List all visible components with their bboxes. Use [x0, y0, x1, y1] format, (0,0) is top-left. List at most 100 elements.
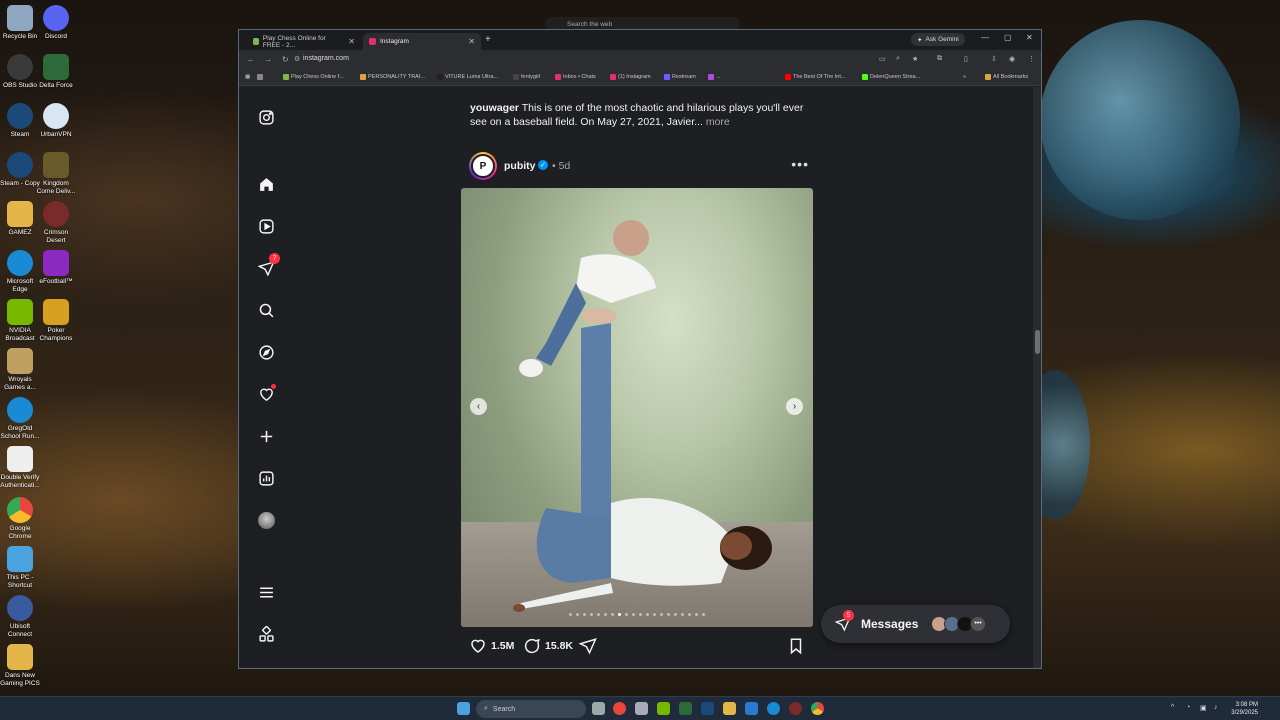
- bookmarks-overflow-icon[interactable]: »: [963, 74, 966, 80]
- post-author-username[interactable]: pubity: [504, 160, 536, 172]
- taskbar-clock[interactable]: 3:08 PM 3/29/2025: [1231, 701, 1258, 717]
- zoom-icon[interactable]: ⌕: [896, 55, 900, 63]
- back-arrow-icon[interactable]: ←: [247, 55, 255, 64]
- ask-gemini-button[interactable]: ✦ Ask Gemini: [911, 33, 965, 46]
- start-windows-icon[interactable]: [457, 702, 470, 715]
- desktop-icon-obs[interactable]: OBS Studio: [0, 54, 40, 90]
- share-button[interactable]: [579, 637, 597, 655]
- caption-more-link[interactable]: more: [706, 116, 730, 128]
- post-author-avatar[interactable]: P: [469, 152, 497, 180]
- bookmark-item[interactable]: VITURE Luma Ultra...: [437, 74, 498, 80]
- instagram-logo-icon[interactable]: [255, 106, 277, 128]
- desktop-icon-nvidia-broadcast[interactable]: NVIDIA Broadcast: [0, 299, 40, 343]
- volume-icon[interactable]: ♪: [1214, 704, 1218, 711]
- apps-grid-icon[interactable]: ▦: [245, 74, 250, 80]
- desktop-icon-this-pc[interactable]: This PC - Shortcut: [0, 546, 40, 590]
- desktop-icon-poker-champions[interactable]: Poker Champions: [36, 299, 76, 343]
- search-icon[interactable]: [255, 299, 277, 321]
- taskbar-search[interactable]: ⌕ Search: [476, 700, 586, 718]
- carousel-next-button[interactable]: ›: [786, 398, 803, 415]
- bookmark-item[interactable]: DelenQueen Strea...: [862, 74, 920, 80]
- minimize-button[interactable]: —: [981, 33, 989, 42]
- scrollbar-thumb[interactable]: [1035, 330, 1040, 354]
- comment-button[interactable]: 15.8K: [523, 637, 573, 655]
- crimson-desert-taskbar-icon[interactable]: [789, 702, 802, 715]
- explore-compass-icon[interactable]: [255, 341, 277, 363]
- tray-app-icon[interactable]: ▣: [1200, 704, 1207, 712]
- url-field[interactable]: instagram.com: [303, 55, 349, 62]
- all-bookmarks-button[interactable]: All Bookmarks: [985, 74, 1028, 80]
- desktop-icon-gamez[interactable]: GAMEZ: [0, 201, 40, 237]
- menu-kebab-icon[interactable]: ⋮: [1028, 55, 1035, 63]
- desktop-icon-wroyals[interactable]: Wroyals Games a...: [0, 348, 40, 392]
- direct-share-icon[interactable]: 7: [255, 253, 280, 279]
- desktop-icon-delta-force[interactable]: Delta Force: [36, 54, 76, 90]
- extensions-icon[interactable]: ⧉: [937, 55, 942, 63]
- desktop-icon-urbanvpn[interactable]: UrbanVPN: [36, 103, 76, 139]
- tab-instagram[interactable]: Instagram ✕: [363, 33, 481, 50]
- desktop-icon-gregold[interactable]: GregOld School Run...: [0, 397, 40, 441]
- mail-icon[interactable]: [745, 702, 758, 715]
- cast-icon[interactable]: ▭: [879, 55, 886, 63]
- bookmark-item[interactable]: fentygirl: [513, 74, 540, 80]
- reels-icon[interactable]: [255, 215, 277, 237]
- tray-chevron-icon[interactable]: ^: [1171, 704, 1174, 711]
- forward-arrow-icon[interactable]: →: [264, 55, 272, 64]
- file-explorer-icon[interactable]: [723, 702, 736, 715]
- nvidia-taskbar-icon[interactable]: [657, 702, 670, 715]
- dashboard-icon[interactable]: [255, 467, 277, 489]
- tab-chess[interactable]: Play Chess Online for FREE - 2... ✕: [247, 33, 361, 50]
- bookmark-item[interactable]: Play Chess Online f...: [283, 74, 344, 80]
- desktop-icon-ubisoft[interactable]: Ubisoft Connect: [0, 595, 40, 639]
- close-window-button[interactable]: ✕: [1026, 33, 1033, 42]
- new-tab-button[interactable]: +: [485, 34, 491, 45]
- more-menu-icon[interactable]: [255, 581, 277, 603]
- bookmark-item[interactable]: (1) Instagram: [610, 74, 651, 80]
- create-plus-icon[interactable]: [255, 425, 277, 447]
- desktop-icon-double-verify[interactable]: Double Verify Authenticati...: [0, 446, 40, 490]
- also-from-meta-icon[interactable]: [255, 623, 277, 645]
- bookmark-item[interactable]: ...: [708, 74, 721, 80]
- desktop-icon-steam-copy[interactable]: Steam - Copy: [0, 152, 40, 188]
- caption-username[interactable]: youwager: [470, 102, 519, 114]
- close-tab-icon[interactable]: ✕: [348, 37, 355, 46]
- chrome-active-taskbar-icon[interactable]: [811, 702, 824, 715]
- close-tab-icon[interactable]: ✕: [468, 37, 475, 46]
- post-options-icon[interactable]: •••: [791, 156, 809, 172]
- sidepanel-icon[interactable]: ▯: [964, 55, 968, 63]
- desktop-icon-crimson-desert[interactable]: Crimson Desert: [36, 201, 76, 245]
- like-button[interactable]: 1.5M: [469, 637, 514, 655]
- page-scrollbar[interactable]: [1033, 87, 1041, 668]
- bookmark-item[interactable]: [257, 74, 263, 80]
- notifications-heart-icon[interactable]: [255, 383, 277, 405]
- bookmark-item[interactable]: The Best Of The Int...: [785, 74, 845, 80]
- edge-taskbar-icon[interactable]: [767, 702, 780, 715]
- desktop-icon-efootball[interactable]: eFootball™: [36, 250, 76, 286]
- site-info-icon[interactable]: ⚙: [294, 55, 300, 63]
- messages-button[interactable]: 5 Messages •••: [821, 605, 1010, 643]
- delta-force-taskbar-icon[interactable]: [679, 702, 692, 715]
- profile-avatar[interactable]: [255, 509, 277, 531]
- maximize-button[interactable]: ▢: [1004, 33, 1012, 42]
- desktop-icon-dans-pics[interactable]: Dans New Gaming PICS: [0, 644, 40, 688]
- post-image[interactable]: ‹ ›: [461, 188, 813, 627]
- desktop-icon-steam[interactable]: Steam: [0, 103, 40, 139]
- bookmark-item[interactable]: Inbox • Chats: [555, 74, 596, 80]
- desktop-icon-kingdom-come[interactable]: Kingdom Come Deliv...: [36, 152, 76, 196]
- bookmark-item[interactable]: Restream: [664, 74, 696, 80]
- profile-icon[interactable]: ◉: [1009, 55, 1015, 63]
- save-button[interactable]: [787, 637, 805, 655]
- bookmark-star-icon[interactable]: ★: [912, 55, 918, 63]
- desktop-icon-edge[interactable]: Microsoft Edge: [0, 250, 40, 294]
- chrome-taskbar-icon[interactable]: [613, 702, 626, 715]
- reload-icon[interactable]: ↻: [282, 55, 289, 64]
- carousel-prev-button[interactable]: ‹: [470, 398, 487, 415]
- desktop-icon-chrome[interactable]: Google Chrome: [0, 497, 40, 541]
- task-view-icon[interactable]: [592, 702, 605, 715]
- settings-icon[interactable]: [635, 702, 648, 715]
- download-icon[interactable]: ⇩: [991, 55, 997, 63]
- steam-taskbar-icon[interactable]: [701, 702, 714, 715]
- network-icon[interactable]: ◔: [1186, 704, 1190, 711]
- bookmark-item[interactable]: PERSONALITY TRAI...: [360, 74, 425, 80]
- desktop-icon-recycle-bin[interactable]: Recycle Bin: [0, 5, 40, 41]
